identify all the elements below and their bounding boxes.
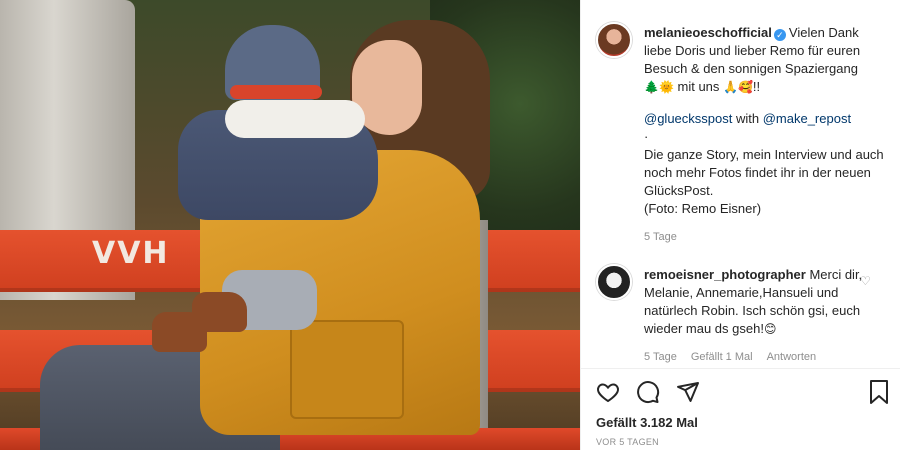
caption-age: 5 Tage — [644, 231, 677, 243]
baby-hat-band — [230, 85, 322, 99]
jacket-pocket — [290, 320, 404, 419]
photo-credit: (Foto: Remo Eisner) — [644, 201, 762, 216]
comment-likes-link[interactable]: Gefällt 1 Mal — [691, 351, 753, 363]
commenter-avatar[interactable] — [596, 264, 632, 300]
baby-collar — [225, 100, 365, 138]
comment-icon[interactable] — [635, 379, 661, 405]
caption-end-text: !! — [752, 79, 761, 94]
comment-emoji: 😊 — [763, 322, 777, 336]
likes-count[interactable]: Gefällt 3.182 Mal — [596, 415, 698, 430]
author-username[interactable]: melanieoeschofficial — [644, 25, 772, 40]
caption-emoji-tree-sun: 🌲🌞 — [644, 80, 674, 94]
send-icon[interactable] — [675, 379, 701, 405]
caption-meta: 5 Tage — [644, 231, 677, 243]
post-action-bar: Gefällt 3.182 Mal VOR 5 TAGEN — [581, 368, 900, 450]
bookmark-icon[interactable] — [867, 379, 891, 405]
comments-scroll-area[interactable]: melanieoeschofficial ✓ Vielen Dank liebe D… — [581, 0, 900, 368]
story-text: Die ganze Story, mein Interview und auch… — [644, 147, 884, 198]
repost-tool-mention[interactable]: @make_repost — [763, 111, 851, 126]
post-timestamp: VOR 5 TAGEN — [596, 437, 659, 447]
baby-shoe — [192, 292, 247, 332]
author-avatar[interactable] — [596, 22, 632, 58]
heart-icon[interactable] — [595, 379, 621, 405]
post-photo[interactable]: VVH — [0, 0, 580, 450]
bench-lettering: VVH — [92, 236, 170, 271]
post-caption: melanieoeschofficial ✓ Vielen Dank liebe D… — [644, 24, 884, 218]
caption-dot: · — [644, 129, 649, 144]
commenter-username[interactable]: remoeisner_photographer — [644, 267, 806, 282]
caption-emoji-pray-love: 🙏🥰 — [723, 80, 753, 94]
comment-like-heart-icon[interactable]: ♡ — [860, 274, 871, 288]
post-side-panel: melanieoeschofficial ✓ Vielen Dank liebe D… — [580, 0, 900, 450]
reply-button[interactable]: Antworten — [767, 351, 817, 363]
repost-source-mention[interactable]: @gluecksspost — [644, 111, 732, 126]
repost-with-text: with — [732, 111, 763, 126]
comment: remoeisner_photographer Merci dir, Melan… — [644, 266, 864, 338]
action-icons — [595, 379, 701, 405]
verified-badge-icon: ✓ — [773, 29, 786, 41]
caption-mid-text: mit uns — [673, 79, 724, 94]
comment-meta: 5 Tage Gefällt 1 Mal Antworten — [644, 351, 816, 363]
comment-age: 5 Tage — [644, 351, 677, 363]
instagram-post-screen: VVH melanieoeschofficial ✓ Vielen Dank lie… — [0, 0, 900, 450]
